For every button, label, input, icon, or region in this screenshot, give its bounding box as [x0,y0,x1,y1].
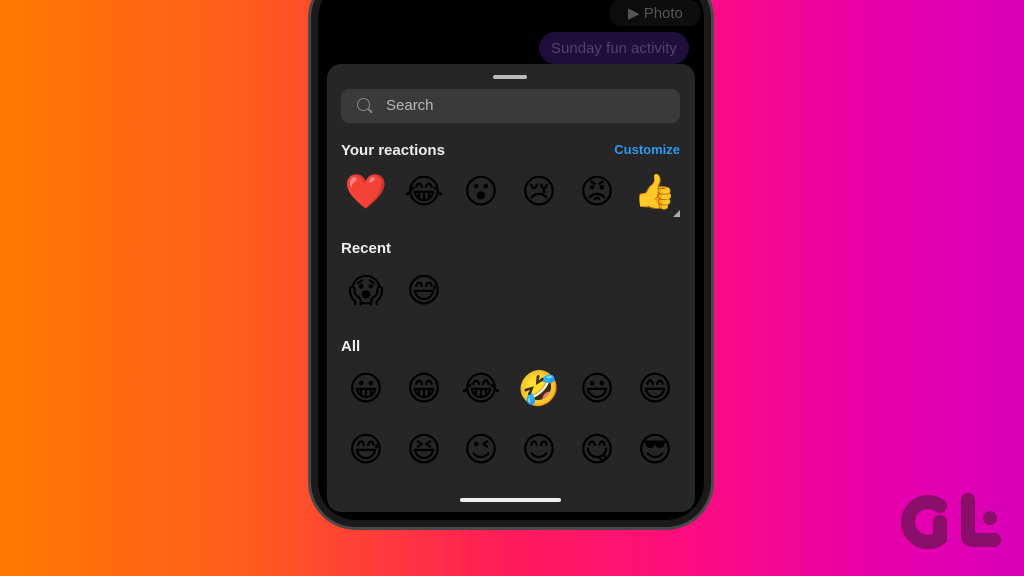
emoji-button[interactable]: 😉 [459,428,503,472]
search-icon [357,98,370,111]
emoji-button[interactable]: 🤣 [517,367,561,411]
emoji-button[interactable]: 😊 [517,428,561,472]
message-bubble[interactable]: Sunday fun activity [539,32,689,64]
search-input[interactable]: Search [341,89,680,123]
drag-handle[interactable] [493,75,527,79]
emoji-button[interactable]: 😢 [517,170,561,214]
emoji-button[interactable]: 👍 [633,170,677,214]
emoji-button[interactable]: 😎 [633,428,677,472]
recent-heading: Recent [341,240,392,257]
emoji-button[interactable]: 😆 [402,428,446,472]
search-placeholder: Search [386,97,434,114]
variant-indicator-icon [673,210,680,217]
emoji-button[interactable]: 😱 [344,269,388,313]
emoji-button[interactable]: 😅 [344,428,388,472]
emoji-button[interactable]: 😮 [459,170,503,214]
home-indicator[interactable] [460,498,561,502]
customize-button[interactable]: Customize [614,142,680,157]
emoji-button[interactable]: ❤️ [344,170,388,214]
emoji-button[interactable]: 😡 [575,170,619,214]
emoji-button[interactable]: 😁 [402,367,446,411]
all-heading: All [341,338,361,355]
photo-message[interactable]: ▶ Photo [610,0,700,26]
emoji-button[interactable]: 😂 [402,170,446,214]
emoji-button[interactable]: 😄 [633,367,677,411]
emoji-button[interactable]: 😃 [575,367,619,411]
emoji-button[interactable]: 😂 [459,367,503,411]
your-reactions-heading: Your reactions [341,142,445,159]
emoji-button[interactable]: 😋 [575,428,619,472]
emoji-picker-sheet: Search Your reactions Customize ❤️ 😂 😮 😢 😡 👍 … [327,64,695,512]
emoji-button[interactable]: 😅 [402,269,446,313]
emoji-button[interactable]: 😀 [344,367,388,411]
gt-logo [901,493,1001,549]
